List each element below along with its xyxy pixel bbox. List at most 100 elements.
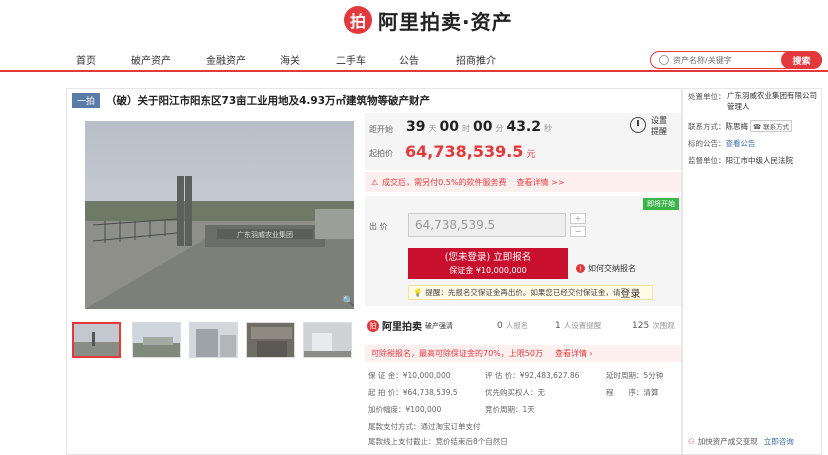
set-reminder-button[interactable]: 设置 提醒	[651, 115, 667, 137]
gate-sign-text: 广东羽威农业集团	[237, 230, 293, 239]
login-tip: 💡 提醒：先报名交保证金再出价。如果您已经交付保证金，请 登录	[408, 285, 653, 300]
decrease-bid-button[interactable]: −	[570, 226, 586, 237]
login-tip-text: 提醒：先报名交保证金再出价。如果您已经交付保证金，请	[425, 288, 621, 297]
thumbnail-2[interactable]	[132, 322, 181, 358]
countdown-minutes: 00	[472, 119, 493, 135]
notice-label: 标的公告：	[688, 139, 726, 148]
supervisor-value: 阳江市中级人民法院	[725, 156, 794, 165]
reminder-label-1: 设置	[651, 116, 667, 125]
countdown-timer: 39 天 00 时 00 分 43.2 秒	[406, 119, 555, 135]
service-fee-details-link[interactable]: 查看详情 >>	[517, 177, 565, 188]
detail-pay-method: 尾款支付方式：通过淘宝订单支付	[368, 422, 481, 431]
main-photo[interactable]: 广东羽威农业集团	[85, 121, 354, 309]
org-label: 处置单位：	[688, 92, 726, 101]
signup-count-label: 人报名	[505, 321, 529, 330]
view-notice-link[interactable]: 查看公告	[726, 139, 756, 148]
supervisor-label: 监督单位：	[688, 156, 726, 165]
seconds-unit: 秒	[544, 124, 552, 133]
factory-gate-image: 广东羽威农业集团	[85, 121, 354, 309]
nav-item-home[interactable]: 首页	[76, 52, 96, 67]
deposit-details-link[interactable]: 查看详情 ›	[555, 348, 593, 359]
hours-unit: 时	[461, 124, 470, 133]
consult-row: ⚇ 加快资产成交变现 立即咨询	[688, 436, 794, 447]
brand-logo-icon: 拍	[344, 6, 372, 34]
register-button-label: (您未登录) 立即报名	[444, 252, 532, 263]
view-count-label: 次围观	[652, 321, 675, 330]
org-value: 广东羽威农业集团有限公司管理人	[727, 91, 817, 111]
contact-button[interactable]: ☎ 联系方式	[750, 120, 793, 132]
countdown-days: 39	[406, 119, 426, 135]
detail-procedure: 程 序：清算	[606, 388, 659, 397]
countdown-label: 距开始	[369, 125, 393, 134]
reminder-count-value: 1	[555, 321, 561, 331]
brand-logo[interactable]: 拍 阿里拍卖·资产	[344, 6, 513, 34]
nav-item-notices[interactable]: 公告	[399, 52, 419, 67]
nav-item-investment[interactable]: 招商推介	[456, 52, 496, 67]
auction-round-badge: 一拍	[72, 92, 101, 108]
zoom-icon[interactable]: 🔍	[342, 296, 354, 307]
signup-count-value: 0	[497, 321, 503, 331]
warning-icon: ⚠	[371, 177, 379, 187]
thumbnail-3[interactable]	[189, 322, 238, 358]
contact-row: 联系方式：陈思梅 ☎ 联系方式	[688, 120, 793, 132]
alarm-clock-icon[interactable]	[630, 117, 646, 133]
how-to-pay-label: 如何交纳报名	[588, 264, 636, 273]
detail-deposit: 保 证 金：¥10,000,000	[368, 371, 451, 380]
deposit-notice-text: 可除税报名，最高可除保证金的70%，上限50万	[371, 349, 543, 358]
consult-link[interactable]: 立即咨询	[764, 436, 794, 447]
increase-bid-button[interactable]: +	[570, 213, 586, 224]
login-link[interactable]: 登录	[620, 285, 640, 300]
service-fee-notice: ⚠ 成交后，需另付0.5%的软件服务费 查看详情 >>	[365, 172, 681, 192]
nav-item-customs[interactable]: 海关	[280, 52, 300, 67]
detail-delay: 延时周期：5分钟	[606, 371, 664, 380]
detail-increment: 加价幅度：¥100,000	[368, 405, 442, 414]
handshake-icon: ⚇	[688, 437, 695, 446]
search-input[interactable]	[673, 54, 773, 67]
start-price-label: 起拍价	[369, 149, 393, 158]
detail-priority: 优先购买权人：无	[485, 388, 545, 397]
consult-text: 加快资产成交变现	[697, 437, 758, 446]
thumbnail-5[interactable]	[303, 322, 352, 358]
bid-stepper: + −	[570, 213, 586, 237]
thumbnail-strip	[72, 322, 362, 358]
search-button[interactable]: 搜索	[781, 51, 822, 69]
thumbnail-1[interactable]	[72, 322, 121, 358]
reminder-count-label: 人设置提醒	[563, 321, 602, 330]
start-price: 64,738,539.5 元	[405, 142, 535, 161]
bid-amount-input[interactable]: 64,738,539.5	[408, 213, 566, 237]
view-count-value: 125	[632, 321, 650, 331]
service-fee-text: 成交后，需另付0.5%的软件服务费	[382, 177, 507, 187]
detail-pay-deadline: 尾款线上支付截止：竞价结束后8个自然日	[368, 437, 508, 446]
brand-small-icon: 拍	[367, 319, 379, 332]
reminder-count: 1 人设置提醒	[555, 320, 601, 331]
register-button[interactable]: (您未登录) 立即报名 保证金 ¥10,000,000	[408, 248, 568, 279]
start-price-value: 64,738,539.5	[405, 142, 524, 161]
info-icon: !	[576, 264, 585, 273]
brand-small-title: 阿里拍卖	[382, 322, 422, 333]
auction-brand-logo: 拍 阿里拍卖 破产强清	[367, 318, 453, 333]
contact-button-label: 联系方式	[763, 123, 790, 131]
contact-label: 联系方式：	[688, 122, 726, 131]
register-deposit-label: 保证金 ¥10,000,000	[449, 266, 527, 275]
detail-start-price: 起 拍 价：¥64,738,539.5	[368, 388, 458, 397]
thumbnail-4[interactable]	[246, 322, 295, 358]
nav-item-financial[interactable]: 金融资产	[206, 52, 246, 67]
signup-count: 0 人报名	[497, 320, 528, 331]
notice-row: 标的公告：查看公告	[688, 138, 756, 149]
countdown-hours: 00	[439, 119, 459, 135]
detail-appraisal: 评 估 价：¥92,483,627.86	[485, 371, 580, 380]
brand-small-subtitle: 破产强清	[425, 321, 453, 330]
bid-label: 出 价	[369, 222, 388, 231]
item-title: （破）关于阳江市阳东区73亩工业用地及4.93万㎡建筑物等破产财产	[106, 94, 431, 107]
search-icon	[659, 55, 669, 65]
nav-item-bankruptcy[interactable]: 破产资产	[131, 52, 171, 67]
reminder-label-2: 提醒	[651, 127, 667, 136]
brand-title: 阿里拍卖·资产	[378, 9, 513, 34]
detail-cycle: 竞价周期：1天	[485, 405, 535, 414]
lightbulb-icon: 💡	[413, 288, 423, 297]
view-count: 125 次围观	[632, 320, 675, 331]
countdown-seconds: 43.2	[506, 119, 541, 135]
nav-item-used-cars[interactable]: 二手车	[336, 52, 366, 67]
how-to-pay-link[interactable]: ! 如何交纳报名	[576, 263, 636, 274]
item-title-row: 一拍 （破）关于阳江市阳东区73亩工业用地及4.93万㎡建筑物等破产财产	[72, 92, 430, 108]
